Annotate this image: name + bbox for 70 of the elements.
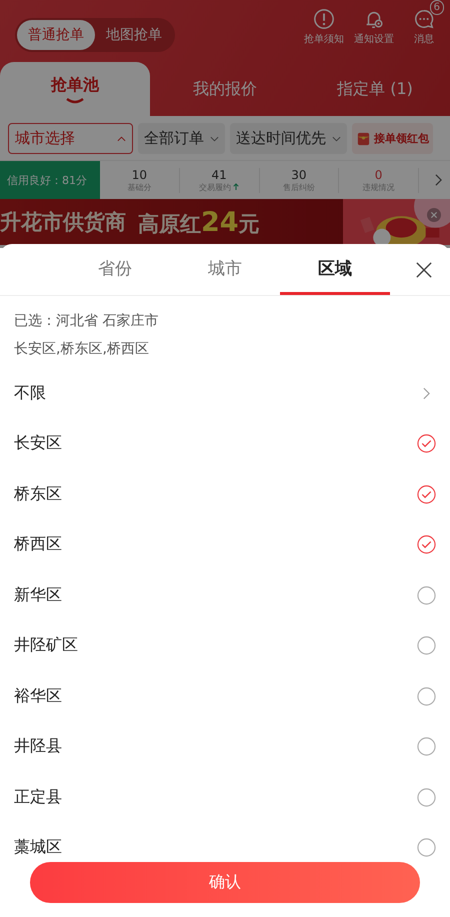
action-label: 抢单须知 [304,32,344,46]
district-option[interactable]: 长安区 [0,418,450,469]
envelope-icon [356,131,371,146]
stat-label: 基础分 [127,182,152,192]
main-tab[interactable]: 指定单 (1) [300,62,450,116]
action-label: 消息 [414,32,434,46]
stat-label: 售后纠纷 [282,182,315,192]
district-name: 井陉县 [14,736,62,758]
district-name: 桥西区 [14,534,62,556]
radio-circle-icon[interactable] [417,636,436,656]
chevron-right-icon[interactable] [435,174,442,186]
district-option[interactable]: 桥西区 [0,520,450,570]
district-name: 不限 [14,382,46,404]
promo-banner[interactable]: 升花市供货商 高原红24元 [0,199,450,245]
district-option[interactable]: 井陉县 [0,722,450,772]
filter-dropdown[interactable]: 全部订单 [138,123,225,154]
main-tab[interactable]: 抢单池 [0,62,150,116]
district-name: 裕华区 [14,686,62,707]
caret-down-icon [210,136,219,142]
district-option[interactable]: 正定县 [0,772,450,822]
stat-value: 10 [132,168,148,182]
radio-circle-icon[interactable] [417,586,436,605]
chevron-right-icon [423,386,430,400]
region-tab[interactable]: 省份 [60,244,170,295]
region-tab[interactable]: 城市 [170,244,280,295]
up-arrow-icon [233,183,240,191]
bonus-button[interactable]: 接单领红包 [352,123,433,154]
radio-circle-icon[interactable] [417,838,436,858]
caret-up-icon [117,136,126,142]
stat-value: 41 [211,168,227,182]
caret-down-icon [332,136,341,142]
district-option[interactable]: 井陉矿区 [0,620,450,671]
radio-circle-icon[interactable] [417,737,436,756]
district-name: 新华区 [14,584,62,606]
filter-dropdown[interactable]: 送达时间优先 [230,123,347,154]
district-name: 井陉矿区 [14,635,78,656]
banner-price: 高原红24元 [138,206,260,238]
district-name: 桥东区 [14,484,62,505]
city-select[interactable]: 城市选择 [8,123,133,154]
action-label: 通知设置 [354,32,394,46]
selected-districts: 长安区,桥东区,桥西区 [14,340,150,358]
smile-icon [65,98,85,104]
checked-circle-icon[interactable] [417,484,436,504]
region-tab[interactable]: 区域 [280,244,390,295]
district-name: 长安区 [14,433,62,454]
confirm-button[interactable]: 确认 [30,862,420,903]
radio-circle-icon[interactable] [417,788,436,807]
stat-label: 交易履约 [199,182,232,192]
stat-value: 30 [291,168,307,182]
chat-icon[interactable] [413,8,435,30]
mode-tab[interactable]: 地图抢单 [95,20,173,50]
mode-tab[interactable]: 普通抢单 [17,20,95,50]
district-option[interactable]: 裕华区 [0,671,450,722]
main-tab[interactable]: 我的报价 [150,62,300,116]
district-option[interactable]: 新华区 [0,570,450,620]
credit-score: 信用良好：81分 [0,161,100,199]
district-option[interactable]: 不限 [0,368,450,418]
banner-title: 升花市供货商 [0,209,126,236]
exclamation-icon[interactable] [313,8,335,30]
radio-circle-icon[interactable] [417,686,436,706]
close-icon[interactable] [416,262,432,278]
stat-value: 0 [374,168,382,182]
district-name: 藁城区 [14,837,62,858]
checked-circle-icon[interactable] [417,535,436,554]
district-name: 正定县 [14,786,62,808]
message-count-badge: 6 [430,0,444,15]
checked-circle-icon[interactable] [417,434,436,454]
selected-summary: 已选：河北省 石家庄市 [14,312,160,330]
district-option[interactable]: 桥东区 [0,469,450,520]
district-option[interactable]: 藁城区 [0,822,450,860]
